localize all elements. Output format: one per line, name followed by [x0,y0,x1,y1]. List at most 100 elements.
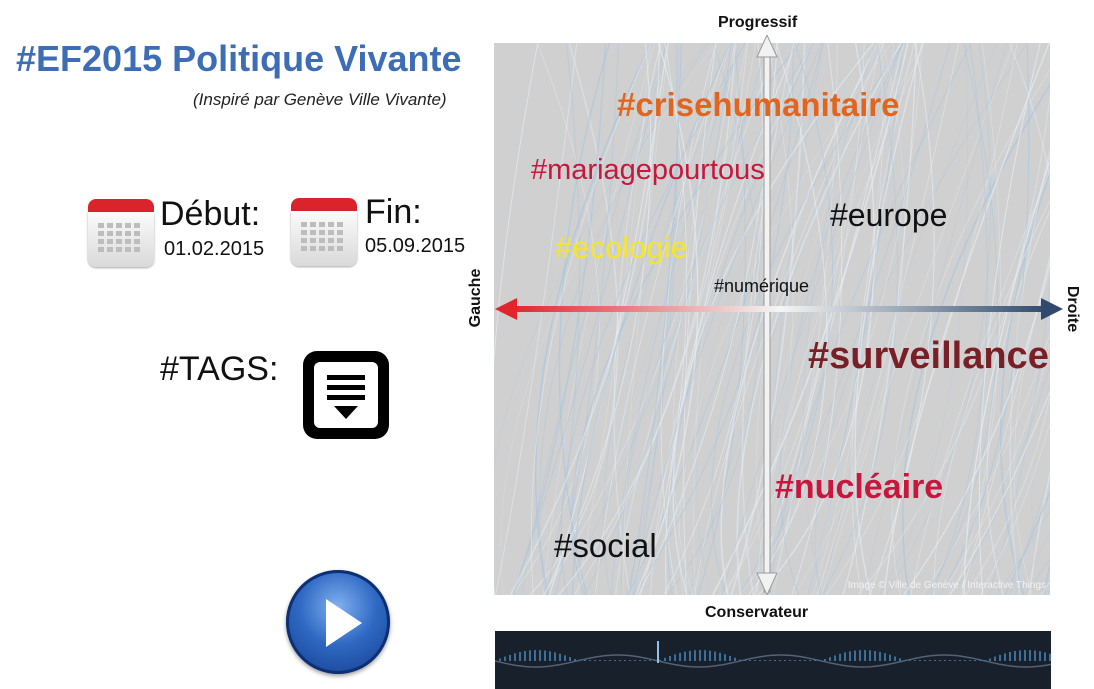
timeline-bar [864,650,866,661]
timeline-bar [654,660,656,661]
timeline-bar [534,650,536,661]
axis-label-top: Progressif [718,14,798,31]
timeline-bar [819,660,821,661]
timeline-bar [714,651,716,661]
timeline-bar [754,660,756,661]
timeline-bar [704,650,706,661]
end-date-value[interactable]: 05.09.2015 [365,235,465,258]
timeline-bar [979,660,981,661]
play-button[interactable] [286,570,390,674]
timeline-wave-line [495,654,1051,668]
timeline-bar [874,651,876,661]
timeline-bar [564,655,566,661]
tags-label: #TAGS: [160,350,279,388]
timeline-bar [584,660,586,661]
timeline-bar [509,654,511,661]
page-title: #EF2015 Politique Vivante [16,38,462,79]
timeline-strip[interactable] [495,631,1051,689]
timeline-bar [774,660,776,661]
timeline-wave [495,641,1051,668]
start-date-value[interactable]: 01.02.2015 [164,238,264,261]
timeline-bar [884,653,886,661]
timeline-bar [614,660,616,661]
hashtag-mariagepourtous[interactable]: #mariagepourtous [531,154,765,187]
timeline-bar [859,650,861,661]
timeline-bar [759,660,761,661]
timeline-bar [604,660,606,661]
timeline-bar [624,660,626,661]
timeline-bar [949,660,951,661]
timeline-bar [769,660,771,661]
timeline-bar [894,656,896,661]
timeline-bar [854,650,856,661]
end-date-calendar-icon[interactable] [291,198,357,266]
start-date-calendar-icon[interactable] [88,199,154,267]
timeline-bar [739,659,741,661]
timeline-bar [974,660,976,661]
timeline-bar [914,660,916,661]
timeline-bar [944,660,946,661]
vertical-axis-line [763,49,771,593]
timeline-bar [964,660,966,661]
timeline-bar [779,660,781,661]
hashtag-numerique[interactable]: #numérique [714,276,809,297]
timeline-bar [644,660,646,661]
hashtag-crisehumanitaire[interactable]: #crisehumanitaire [617,86,899,124]
timeline-bar [789,660,791,661]
timeline-bar [764,660,766,661]
timeline-bar [909,660,911,661]
vertical-axis-top-arrow [756,35,778,58]
timeline-marker [657,641,659,663]
timeline-bar [1019,650,1021,661]
timeline-bar [544,650,546,661]
start-date-label: Début: [160,195,261,233]
timeline-bar [959,660,961,661]
timeline-bar [629,660,631,661]
axis-label-bottom: Conservateur [705,604,809,621]
timeline-bar [699,650,701,661]
timeline-bar [659,659,661,661]
timeline-bar [724,654,726,661]
timeline-bar [539,650,541,661]
page-subtitle: (Inspiré par Genève Ville Vivante) [193,90,447,109]
timeline-bar [919,660,921,661]
timeline-bar [999,654,1001,661]
timeline-bar [639,660,641,661]
hashtag-surveillance[interactable]: #surveillance [808,335,1049,378]
timeline-bar [834,655,836,661]
timeline-bar [839,653,841,661]
timeline-bar [554,652,556,661]
timeline-bar [719,652,721,661]
timeline-bar [954,660,956,661]
timeline-bar [794,660,796,661]
timeline-bar [984,660,986,661]
timeline-bar [879,651,881,661]
timeline-bar [599,660,601,661]
timeline-bar [1009,652,1011,661]
hashtag-ecologie[interactable]: #ecologie [555,230,688,266]
timeline-bar [934,660,936,661]
timeline-bar [664,657,666,661]
hashtag-europe[interactable]: #europe [830,197,947,234]
hashtag-nucleaire[interactable]: #nucléaire [775,468,943,507]
axis-label-left: Gauche [467,268,484,328]
timeline-bar [594,660,596,661]
end-date-label: Fin: [365,193,422,231]
dropdown-list-icon [314,362,378,428]
timeline-bar [939,660,941,661]
timeline-bar [889,654,891,661]
timeline-bar [1049,653,1051,661]
timeline-bar [1004,653,1006,661]
timeline-bar [989,658,991,661]
timeline-bar [869,650,871,661]
timeline-bar [924,660,926,661]
timeline-bar [519,652,521,661]
tags-dropdown-button[interactable] [303,351,389,439]
timeline-bar [504,656,506,661]
timeline-bar [634,660,636,661]
timeline-bar [784,660,786,661]
hashtag-social[interactable]: #social [554,527,657,565]
timeline-bar [1044,652,1046,661]
timeline-bar [829,657,831,661]
timeline-bar [574,659,576,661]
